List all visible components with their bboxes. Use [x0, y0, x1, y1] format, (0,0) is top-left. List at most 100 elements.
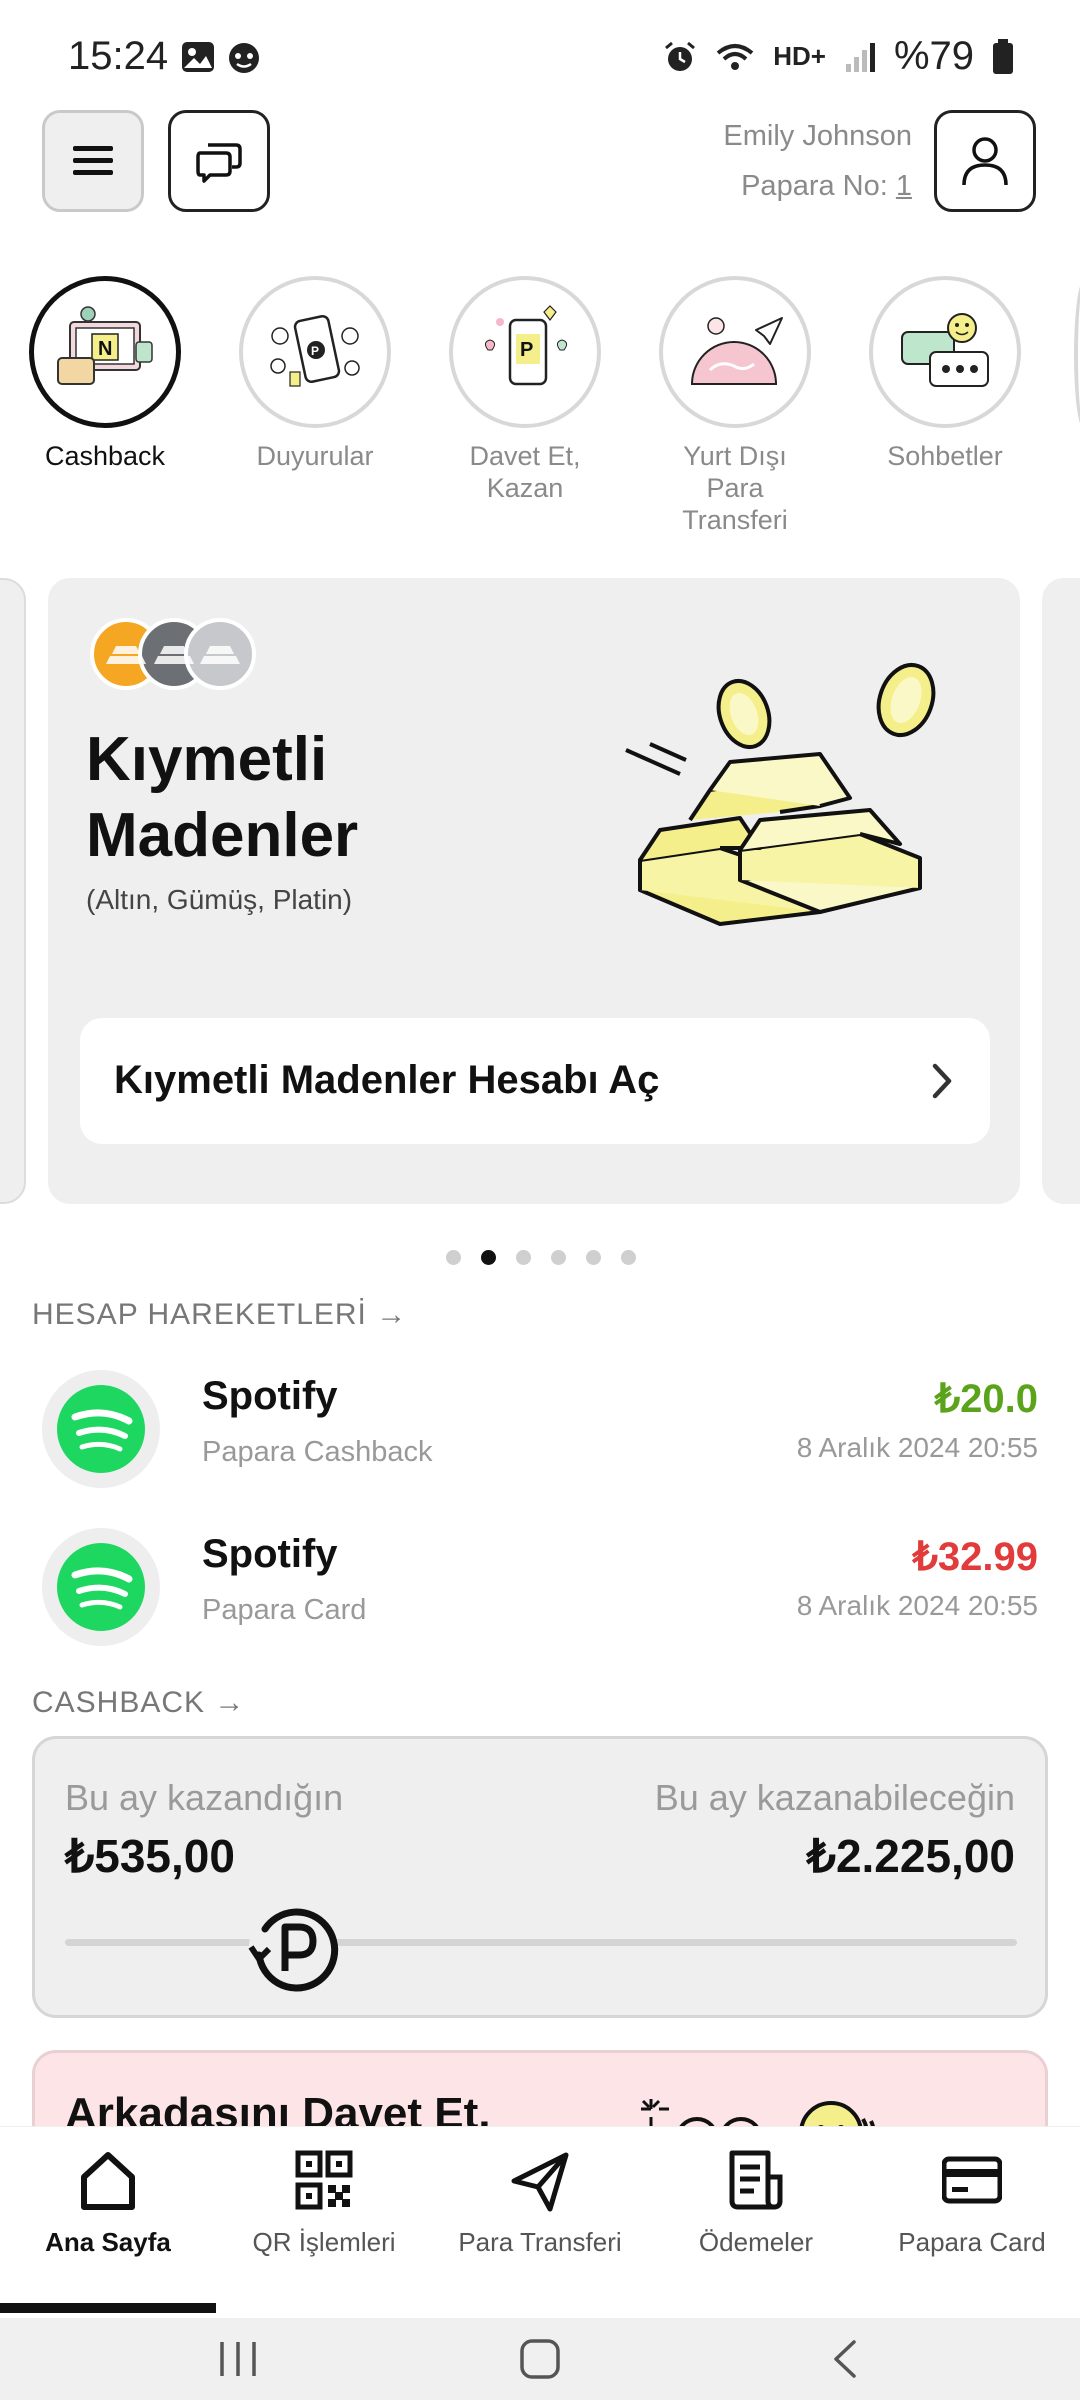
cta-label: Kıymetli Madenler Hesabı Aç — [114, 1058, 660, 1102]
menu-button[interactable] — [42, 110, 144, 212]
spotify-logo — [42, 1528, 160, 1646]
story-circle: P — [239, 276, 391, 428]
nav-papara-card[interactable]: Papara Card — [864, 2127, 1080, 2319]
cashback-wallet-icon: N — [57, 306, 153, 385]
story-international-transfer[interactable]: Yurt Dışı Para Transferi — [656, 276, 814, 536]
carousel-prev-card[interactable] — [0, 578, 26, 1204]
transaction-type: Papara Cashback — [202, 1436, 433, 1468]
wifi-icon — [716, 43, 754, 70]
svg-text:N: N — [98, 338, 112, 360]
status-bar: 15:24 HD+ %79 — [0, 0, 1080, 100]
spotify-icon — [57, 1385, 145, 1473]
story-circle — [869, 276, 1021, 428]
transaction-row[interactable]: Spotify Papara Cashback ₺20.0 8 Aralık 2… — [0, 1360, 1080, 1500]
story-label: Davet Et, Kazan — [469, 441, 581, 503]
story-label: Duyurular — [256, 441, 374, 471]
page-dot[interactable] — [516, 1250, 531, 1265]
chat-bubbles-icon — [196, 143, 242, 183]
story-label: Cashback — [44, 441, 166, 471]
svg-text:P: P — [520, 339, 533, 361]
page-dot[interactable] — [586, 1250, 601, 1265]
transaction-date: 8 Aralık 2024 20:55 — [796, 1432, 1038, 1463]
carousel-title-line2: Madenler — [86, 801, 359, 870]
chats-icon — [901, 313, 989, 387]
nav-qr[interactable]: QR İşlemleri — [216, 2127, 432, 2319]
story-circle: N — [29, 276, 181, 428]
transactions-section-link[interactable]: HESAP HAREKETLERİ → — [32, 1298, 407, 1332]
status-right: HD+ %79 — [663, 34, 1014, 79]
earned-label: Bu ay kazandığın — [65, 1777, 344, 1818]
gallery-notification-icon — [182, 42, 214, 72]
papara-number[interactable]: Papara No: 1 — [741, 170, 912, 203]
nav-label: QR İşlemleri — [252, 2227, 396, 2257]
story-announcements[interactable]: P Duyurular — [236, 276, 394, 472]
papara-progress-icon — [248, 1903, 339, 1992]
nav-active-indicator — [0, 2303, 216, 2313]
potential-value: ₺2.225,00 — [806, 1830, 1015, 1882]
bottom-navigation: Ana Sayfa QR İşlemleri Para Transferi Öd… — [0, 2126, 1080, 2319]
metal-coins-icon — [90, 618, 256, 690]
story-circle: P — [449, 276, 601, 428]
cashback-progress-track — [65, 1939, 1017, 1946]
story-next-peek[interactable] — [1074, 280, 1080, 430]
nav-label: Papara Card — [898, 2227, 1046, 2257]
user-name: Emily Johnson — [723, 120, 912, 152]
nav-home[interactable]: Ana Sayfa — [0, 2127, 216, 2319]
invite-phone-icon: P — [484, 305, 568, 386]
transaction-merchant: Spotify — [202, 1532, 338, 1576]
carousel-subtitle: (Altın, Gümüş, Platin) — [86, 884, 353, 915]
cashback-card[interactable]: Bu ay kazandığın ₺535,00 Bu ay kazanabil… — [32, 1736, 1048, 2018]
carousel-title: Kıymetli Madenler — [86, 722, 358, 874]
transaction-merchant: Spotify — [202, 1374, 338, 1418]
story-circle — [659, 276, 811, 428]
battery-icon — [993, 38, 1013, 74]
transaction-type: Papara Card — [202, 1594, 367, 1626]
chevron-right-icon — [932, 1063, 952, 1099]
potential-label: Bu ay kazanabileceğin — [654, 1777, 1015, 1818]
svg-text:P: P — [311, 344, 319, 358]
story-cashback[interactable]: N Cashback — [26, 276, 184, 472]
carousel-pagination[interactable] — [446, 1250, 636, 1265]
send-icon — [511, 2152, 569, 2212]
back-icon[interactable] — [826, 2338, 866, 2380]
story-label: Sohbetler — [887, 441, 1003, 471]
gold-bars-illustration — [625, 663, 936, 926]
carousel-title-line1: Kıymetli — [86, 725, 328, 794]
transaction-amount: ₺32.99 — [912, 1535, 1038, 1579]
card-icon — [942, 2156, 1002, 2204]
page-dot[interactable] — [446, 1250, 461, 1265]
nav-label: Ödemeler — [698, 2227, 814, 2257]
spotify-icon — [57, 1543, 145, 1631]
signal-icon — [845, 42, 875, 72]
spotify-logo — [42, 1370, 160, 1488]
qr-icon — [295, 2150, 353, 2210]
app-notification-icon — [229, 43, 259, 73]
story-label: Yurt Dışı Para Transferi — [682, 441, 788, 535]
recent-apps-icon[interactable] — [216, 2338, 260, 2380]
payments-icon — [729, 2150, 783, 2210]
page-dot[interactable] — [621, 1250, 636, 1265]
nav-transfer[interactable]: Para Transferi — [432, 2127, 648, 2319]
transaction-date: 8 Aralık 2024 20:55 — [796, 1590, 1038, 1621]
page-dot-active[interactable] — [481, 1250, 496, 1265]
network-type-label: HD+ — [773, 41, 826, 71]
battery-percent: %79 — [893, 34, 974, 78]
cashback-section-link[interactable]: CASHBACK → — [32, 1686, 245, 1720]
profile-button[interactable] — [934, 110, 1036, 212]
carousel-next-card[interactable] — [1042, 578, 1080, 1204]
transaction-amount: ₺20.0 — [934, 1377, 1038, 1421]
story-invite[interactable]: P Davet Et, Kazan — [446, 276, 604, 504]
nav-label: Ana Sayfa — [45, 2227, 171, 2257]
papara-no-value: 1 — [895, 170, 912, 202]
home-icon — [81, 2152, 135, 2210]
system-navigation-bar — [0, 2318, 1080, 2400]
open-metals-account-button[interactable]: Kıymetli Madenler Hesabı Aç — [80, 1018, 990, 1144]
nav-payments[interactable]: Ödemeler — [648, 2127, 864, 2319]
alarm-icon — [665, 41, 696, 71]
transaction-row[interactable]: Spotify Papara Card ₺32.99 8 Aralık 2024… — [0, 1518, 1080, 1658]
home-system-icon[interactable] — [518, 2338, 562, 2380]
messages-button[interactable] — [168, 110, 270, 212]
story-chats[interactable]: Sohbetler — [866, 276, 1024, 472]
page-dot[interactable] — [551, 1250, 566, 1265]
user-icon — [962, 137, 1008, 186]
